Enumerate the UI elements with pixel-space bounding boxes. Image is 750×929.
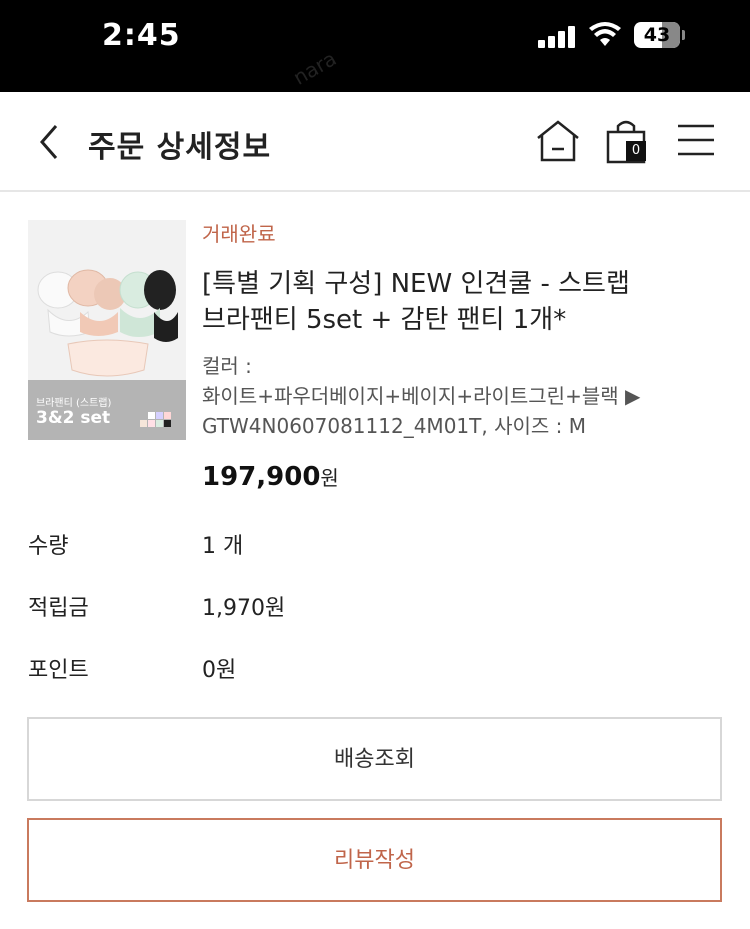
wifi-icon [589, 22, 621, 46]
write-review-button[interactable]: 리뷰작성 [27, 818, 722, 902]
reward-value: 1,970원 [202, 596, 286, 621]
quantity-value: 1 개 [202, 534, 244, 559]
product-price: 197,900원 [202, 462, 339, 492]
page-title: 주문 상세정보 [88, 130, 272, 165]
price-unit: 원 [320, 466, 339, 490]
product-name-line2: 브라팬티 5set + 감탄 팬티 1개* [202, 305, 567, 335]
battery-level: 43 [643, 24, 671, 46]
cart-count-badge: 0 [626, 141, 646, 161]
quantity-label: 수량 [28, 534, 69, 559]
track-delivery-button[interactable]: 배송조회 [27, 717, 722, 801]
battery-icon: 43 [634, 22, 685, 48]
thumbnail-caption-small: 브라팬티 (스트랩) [36, 398, 112, 409]
cart-button[interactable]: 0 [602, 116, 650, 168]
product-name[interactable]: [특별 기획 구성] NEW 인견쿨 - 스트랩 브라팬티 5set + 감탄 … [202, 266, 702, 338]
home-icon[interactable] [534, 118, 582, 166]
points-row: 포인트 0원 [28, 652, 718, 692]
product-thumbnail[interactable]: 브라팬티 (스트랩) 3&2 set [28, 220, 186, 440]
back-button[interactable] [30, 120, 70, 164]
option-label: 컬러 : [202, 354, 252, 378]
points-value: 0원 [202, 658, 237, 683]
status-bar: 2:45 43 nara [0, 0, 750, 92]
page-header: 주문 상세정보 0 [0, 92, 750, 192]
order-status: 거래완료 [202, 222, 276, 246]
reward-label: 적립금 [28, 596, 89, 621]
points-label: 포인트 [28, 658, 89, 683]
reward-row: 적립금 1,970원 [28, 590, 718, 630]
signal-icon [538, 26, 576, 48]
product-name-line1: [특별 기획 구성] NEW 인견쿨 - 스트랩 [202, 269, 630, 299]
color-swatches [140, 412, 180, 430]
watermark: nara [289, 46, 341, 90]
status-time: 2:45 [102, 18, 181, 53]
quantity-row: 수량 1 개 [28, 528, 718, 568]
menu-icon[interactable] [676, 122, 716, 158]
price-value: 197,900 [202, 462, 321, 492]
option-colors: 화이트+파우더베이지+베이지+라이트그린+블랙 ▶ [202, 384, 641, 408]
option-code-size: GTW4N0607081112_4M01T, 사이즈 : M [202, 414, 586, 438]
thumbnail-caption-large: 3&2 set [36, 408, 111, 428]
